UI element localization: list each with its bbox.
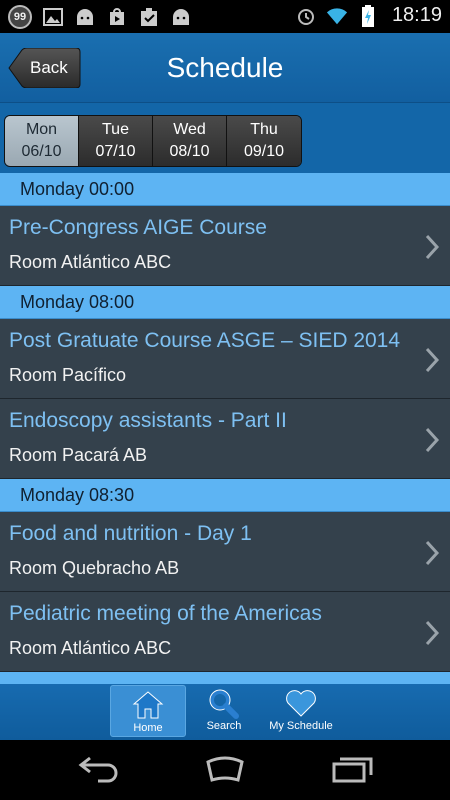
event-room: Room Atlántico ABC — [9, 252, 172, 272]
heart-icon — [262, 684, 340, 720]
day-tabs: Mon 06/10 Tue 07/10 Wed 08/10 Thu 09/10 — [4, 115, 302, 167]
battery-charging-icon — [357, 4, 379, 27]
tab-tuesday[interactable]: Tue 07/10 — [79, 116, 153, 166]
event-room: Room Quebracho AB — [9, 558, 180, 578]
search-icon — [194, 684, 254, 720]
header-bar: Back Schedule — [0, 33, 450, 103]
tab-day: Tue — [102, 121, 129, 138]
clock: 18:19 — [391, 4, 442, 26]
tab-date: 08/10 — [169, 143, 210, 160]
event-room: Room Pacará AB — [9, 445, 148, 465]
tab-search[interactable]: Search — [194, 684, 254, 736]
home-icon — [111, 686, 185, 722]
chevron-right-icon — [425, 347, 440, 373]
tab-day: Wed — [173, 121, 206, 138]
tab-home[interactable]: Home — [110, 685, 186, 737]
chevron-right-icon — [425, 234, 440, 260]
event-room: Room Pacífico — [9, 365, 127, 385]
tab-date: 07/10 — [95, 143, 136, 160]
event-room: Room Atlántico ABC — [9, 638, 172, 658]
system-nav-bar — [0, 740, 450, 800]
list-item[interactable]: Endoscopy assistants - Part II Room Paca… — [0, 399, 450, 479]
tab-home-label: Home — [133, 722, 163, 734]
section-header: Monday 08:30 — [0, 479, 450, 512]
event-title: Post Gratuate Course ASGE – SIED 2014 — [9, 329, 401, 352]
tab-my-schedule-label: My Schedule — [269, 720, 333, 732]
home-nav-icon[interactable] — [200, 754, 250, 784]
bottom-tab-bar: Home Search My Schedule — [0, 684, 450, 740]
tab-day: Thu — [250, 121, 278, 138]
tab-search-label: Search — [206, 720, 242, 732]
event-title: Pediatric meeting of the Americas — [9, 602, 322, 625]
day-selector-bar: Mon 06/10 Tue 07/10 Wed 08/10 Thu 09/10 — [0, 103, 450, 173]
wifi-icon — [326, 6, 348, 26]
tab-date: 09/10 — [243, 143, 285, 160]
tab-thursday[interactable]: Thu 09/10 — [227, 116, 301, 166]
checklist-icon — [138, 7, 160, 27]
image-icon — [42, 7, 64, 27]
tab-date: 06/10 — [21, 143, 62, 160]
event-title: Food and nutrition - Day 1 — [9, 522, 252, 545]
chevron-right-icon — [425, 620, 440, 646]
page-title: Schedule — [166, 52, 284, 83]
list-item[interactable]: Post Gratuate Course ASGE – SIED 2014 Ro… — [0, 319, 450, 399]
event-title: Endoscopy assistants - Part II — [9, 409, 287, 432]
list-item[interactable]: Pediatric meeting of the Americas Room A… — [0, 592, 450, 672]
section-header-partial — [0, 672, 450, 684]
schedule-list[interactable]: Monday 00:00 Pre-Congress AIGE Course Ro… — [0, 173, 450, 684]
event-title: Pre-Congress AIGE Course — [9, 216, 267, 239]
chevron-right-icon — [425, 540, 440, 566]
tab-day: Mon — [25, 121, 58, 138]
notification-badge: 99 — [8, 5, 32, 29]
android-icon — [74, 7, 96, 27]
back-nav-icon[interactable] — [78, 754, 122, 784]
section-header: Monday 00:00 — [0, 173, 450, 206]
alarm-icon — [295, 6, 317, 26]
tab-my-schedule[interactable]: My Schedule — [262, 684, 340, 736]
status-bar: 99 18:19 — [0, 0, 450, 33]
android-icon — [170, 7, 192, 27]
tab-monday[interactable]: Mon 06/10 — [5, 116, 79, 166]
tab-wednesday[interactable]: Wed 08/10 — [153, 116, 227, 166]
play-store-icon — [106, 7, 128, 27]
recent-apps-icon[interactable] — [330, 754, 376, 784]
list-item[interactable]: Pre-Congress AIGE Course Room Atlántico … — [0, 206, 450, 286]
list-item[interactable]: Food and nutrition - Day 1 Room Quebrach… — [0, 512, 450, 592]
chevron-right-icon — [425, 427, 440, 453]
section-header: Monday 08:00 — [0, 286, 450, 319]
